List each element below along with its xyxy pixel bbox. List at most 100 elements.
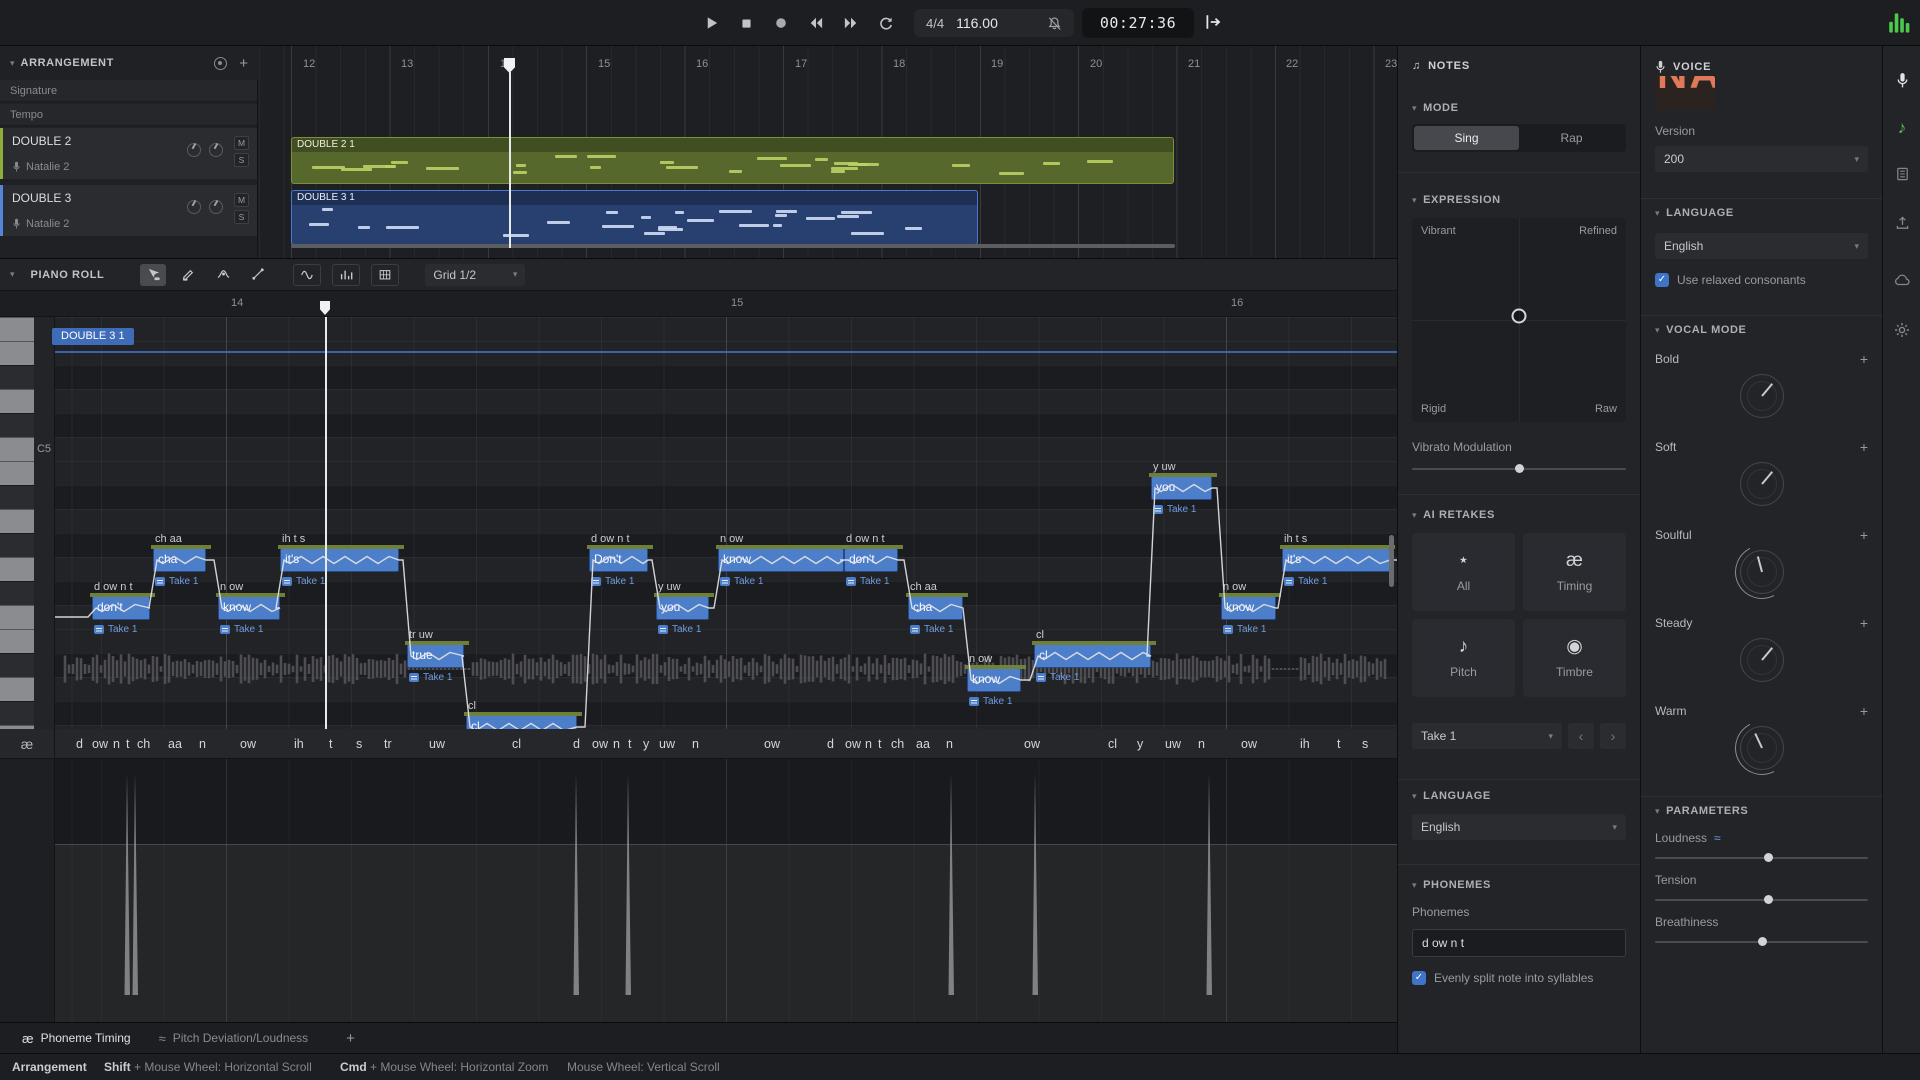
pitch-curve[interactable] <box>55 317 1397 729</box>
note-lyric[interactable]: don't <box>93 597 149 618</box>
phoneme-token[interactable]: t <box>329 729 332 759</box>
record-arm-icon[interactable] <box>214 57 227 70</box>
take-badge[interactable]: Take 1 <box>94 624 137 635</box>
phoneme-token[interactable]: t <box>628 729 631 759</box>
fast-forward-button[interactable] <box>842 14 860 32</box>
phoneme-token[interactable]: ow <box>1241 729 1257 759</box>
bottom-tab[interactable]: ≈ Pitch Deviation/Loudness <box>145 1023 323 1053</box>
note-phoneme[interactable]: ih t s <box>1284 533 1307 545</box>
mute-button[interactable]: M <box>234 193 249 207</box>
phoneme-token[interactable]: ow <box>845 729 861 759</box>
note-grid[interactable]: ch aa cha Take 1 ih t s it's Take 1 d ow… <box>55 317 1397 729</box>
parameter-slider[interactable] <box>1655 899 1868 901</box>
take-badge[interactable]: Take 1 <box>1153 504 1196 515</box>
export-tab-icon[interactable] <box>1883 215 1920 231</box>
next-take-button[interactable]: › <box>1600 723 1626 749</box>
line-tool[interactable] <box>245 264 271 286</box>
vocal-mode-knob[interactable] <box>1740 550 1784 594</box>
parameter-curves-area[interactable] <box>0 759 1397 1022</box>
note-lyric[interactable]: cl <box>1035 645 1150 666</box>
mode-option-button[interactable]: Rap <box>1519 126 1624 150</box>
phoneme-token[interactable]: ch <box>137 729 150 759</box>
draw-note-tool[interactable] <box>175 264 201 286</box>
phoneme-token[interactable]: t <box>1337 729 1340 759</box>
note[interactable]: y uw you Take 1 <box>1151 476 1212 500</box>
note-phoneme[interactable]: ch aa <box>910 581 937 593</box>
note[interactable]: tr uw true Take 1 <box>407 644 464 668</box>
note[interactable]: ih t s it's Take 1 <box>1282 548 1390 572</box>
vocal-mode-knob[interactable] <box>1740 462 1784 506</box>
vocal-mode-knob[interactable] <box>1740 726 1784 770</box>
phonemes-input[interactable]: d ow n t <box>1412 929 1626 957</box>
note-phoneme[interactable]: d ow n t <box>591 533 630 545</box>
horizontal-scrollbar[interactable] <box>291 244 1175 248</box>
phoneme-token[interactable]: ow <box>592 729 608 759</box>
take-badge[interactable]: Take 1 <box>720 576 763 587</box>
note[interactable]: cl cl Take 1 <box>1034 644 1151 668</box>
note[interactable]: n ow know Take 1 <box>967 668 1021 692</box>
note-lyric[interactable]: know <box>219 597 279 618</box>
expression-xy-pad[interactable]: Vibrant Refined Rigid Raw <box>1412 218 1626 422</box>
track-row-double2[interactable]: DOUBLE 2 Natalie 2 MS <box>0 128 257 179</box>
note[interactable]: cl cl <box>466 715 577 729</box>
take-badge[interactable]: Take 1 <box>846 576 889 587</box>
checkbox-checked-icon[interactable]: ✓ <box>1655 273 1669 287</box>
note-phoneme[interactable]: cl <box>468 700 476 712</box>
phoneme-token[interactable]: aa <box>168 729 182 759</box>
phoneme-token[interactable]: ch <box>891 729 904 759</box>
parameter-slider[interactable] <box>1655 941 1868 943</box>
phoneme-token[interactable]: cl <box>1108 729 1117 759</box>
phoneme-token[interactable]: ow <box>92 729 108 759</box>
curves-canvas[interactable] <box>55 759 1397 1022</box>
record-button[interactable] <box>772 14 790 32</box>
prev-take-button[interactable]: ‹ <box>1568 723 1594 749</box>
grid-size-select[interactable]: Grid 1/2 ▾ <box>425 264 525 286</box>
note-phoneme[interactable]: ih t s <box>282 533 305 545</box>
phoneme-token[interactable]: ih <box>294 729 304 759</box>
take-badge[interactable]: Take 1 <box>969 696 1012 707</box>
language-section-header[interactable]: ▾ LANGUAGE <box>1412 790 1626 802</box>
pan-knob[interactable] <box>209 143 223 157</box>
phoneme-token[interactable]: t <box>126 729 129 759</box>
stop-button[interactable] <box>737 14 755 32</box>
relaxed-consonants-checkbox-label[interactable]: Use relaxed consonants <box>1677 273 1806 287</box>
expression-section-header[interactable]: ▾ EXPRESSION <box>1412 194 1626 206</box>
ai-retakes-section-header[interactable]: ▾ AI RETAKES <box>1412 509 1626 521</box>
phonemes-section-header[interactable]: ▾ PHONEMES <box>1412 879 1626 891</box>
phoneme-token[interactable]: n <box>199 729 206 759</box>
retake-button[interactable]: æ Timing <box>1523 533 1626 611</box>
add-vocal-mode-button[interactable]: + <box>1860 527 1868 543</box>
note-phoneme[interactable]: n ow <box>220 581 243 593</box>
piano-roll-ruler[interactable]: 141516 <box>0 291 1397 317</box>
phoneme-token[interactable]: t <box>878 729 881 759</box>
note[interactable]: d ow n t don't Take 1 <box>844 548 898 572</box>
note-lyric[interactable]: you <box>1152 477 1211 498</box>
add-vocal-mode-button[interactable]: + <box>1860 439 1868 455</box>
phoneme-token[interactable]: uw <box>1165 729 1181 759</box>
note-lyric[interactable]: true <box>408 645 463 666</box>
take-badge[interactable]: Take 1 <box>658 624 701 635</box>
add-track-button[interactable]: + <box>239 55 248 72</box>
take-badge[interactable]: Take 1 <box>1223 624 1266 635</box>
cloud-tab-icon[interactable] <box>1883 273 1920 287</box>
checkbox-checked-icon[interactable]: ✓ <box>1412 971 1426 985</box>
voice-language-section-header[interactable]: ▾ LANGUAGE <box>1655 207 1868 219</box>
note[interactable]: d ow n t don't Take 1 <box>92 596 150 620</box>
mode-section-header[interactable]: ▾ MODE <box>1412 102 1626 114</box>
note-lyric[interactable]: know <box>968 669 1020 690</box>
curve-edit-icon[interactable]: ≈ <box>1714 831 1721 845</box>
phoneme-token[interactable]: ih <box>1300 729 1310 759</box>
add-tab-button[interactable]: + <box>346 1030 355 1047</box>
phoneme-token[interactable]: d <box>573 729 580 759</box>
note[interactable]: n ow know Take 1 <box>218 596 280 620</box>
phoneme-token[interactable]: n <box>946 729 953 759</box>
note-phoneme[interactable]: d ow n t <box>94 581 133 593</box>
note-phoneme[interactable]: n ow <box>969 653 992 665</box>
metronome-off-icon[interactable] <box>1047 16 1062 31</box>
mute-button[interactable]: M <box>234 136 249 150</box>
library-tab-icon[interactable] <box>1883 166 1920 182</box>
tempo-value[interactable]: 116.00 <box>956 15 998 31</box>
version-select[interactable]: 200 ▾ <box>1655 146 1868 172</box>
time-display[interactable]: 00:27:36 <box>1082 8 1194 38</box>
note[interactable]: ch aa cha Take 1 <box>153 548 206 572</box>
